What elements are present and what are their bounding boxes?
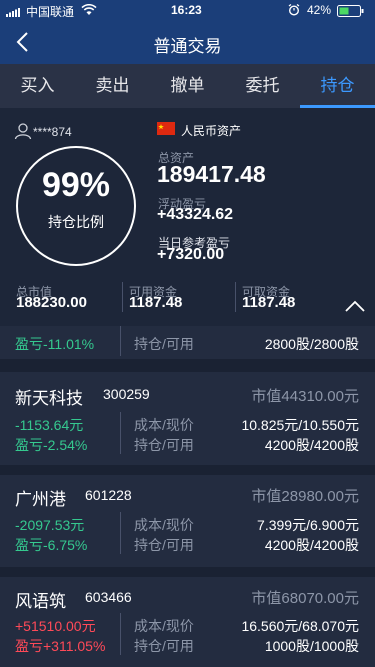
total-assets-value: 189417.48: [157, 161, 266, 187]
account-id: ****874: [33, 125, 72, 139]
pnl-amount: -1153.64元: [15, 417, 84, 433]
list-item[interactable]: 风语筑 603466 市值68070.00元 +51510.00元 盈亏+311…: [0, 577, 375, 667]
chevron-up-icon: [345, 300, 365, 312]
divider: [120, 512, 121, 554]
tab-buy[interactable]: 买入: [0, 64, 75, 108]
stock-code: 300259: [103, 386, 150, 402]
stock-name: 广州港: [15, 490, 66, 509]
list-item[interactable]: 盈亏-11.01% 持仓/可用 2800股/2800股: [0, 326, 375, 359]
pnl-percent: 盈亏+311.05%: [15, 638, 106, 654]
holdings-list[interactable]: 盈亏-11.01% 持仓/可用 2800股/2800股 新天科技 300259 …: [0, 326, 375, 667]
shares-label: 持仓/可用: [134, 336, 194, 352]
divider: [235, 282, 236, 312]
cost-price-value: 7.399元/6.900元: [257, 517, 359, 533]
market-value: 市值68070.00元: [251, 590, 359, 607]
page-title: 普通交易: [153, 37, 222, 56]
carrier-label: 中国联通: [26, 5, 75, 19]
available-funds-value: 1187.48: [129, 294, 183, 311]
market-value: 市值44310.00元: [251, 388, 359, 405]
divider: [120, 326, 121, 356]
alarm-icon: [288, 3, 300, 19]
shares-value: 4200股/4200股: [264, 437, 359, 453]
china-flag-icon: [157, 122, 175, 140]
wifi-icon: [81, 3, 97, 19]
divider: [122, 282, 123, 312]
position-ratio-label: 持仓比例: [48, 214, 104, 230]
tab-sell[interactable]: 卖出: [75, 64, 150, 108]
divider: [120, 613, 121, 655]
shares-label: 持仓/可用: [134, 437, 194, 453]
shares-value: 2800股/2800股: [264, 336, 359, 352]
stock-name: 风语筑: [15, 592, 66, 611]
nav-bar: 普通交易: [0, 20, 375, 64]
currency-label: 人民币资产: [181, 124, 242, 138]
clock-time: 16:23: [171, 3, 202, 17]
user-icon: [14, 122, 32, 145]
battery-icon: [337, 5, 365, 20]
pnl-amount: +51510.00元: [15, 618, 96, 634]
stock-name: 新天科技: [15, 389, 83, 408]
shares-label: 持仓/可用: [134, 638, 194, 654]
position-ratio-value: 99%: [41, 166, 111, 204]
floating-pnl-value: +43324.62: [157, 206, 234, 223]
list-item[interactable]: 广州港 601228 市值28980.00元 -2097.53元 盈亏-6.75…: [0, 475, 375, 567]
battery-percent: 42%: [307, 3, 332, 17]
signal-icon: [6, 6, 24, 20]
stock-code: 603466: [85, 589, 132, 605]
stock-code: 601228: [85, 487, 132, 503]
pnl-amount: -2097.53元: [15, 517, 85, 533]
position-ratio-gauge: 99% 持仓比例: [16, 146, 136, 266]
status-bar: 中国联通 16:23 42%: [0, 0, 375, 20]
tab-positions[interactable]: 持仓: [300, 64, 375, 108]
list-item[interactable]: 新天科技 300259 市值44310.00元 -1153.64元 盈亏-2.5…: [0, 372, 375, 465]
cost-price-value: 16.560元/68.070元: [241, 618, 359, 634]
tab-cancel-order[interactable]: 撤单: [150, 64, 225, 108]
shares-label: 持仓/可用: [134, 537, 194, 553]
shares-value: 1000股/1000股: [264, 638, 359, 654]
cost-price-label: 成本/现价: [134, 417, 194, 433]
cost-price-value: 10.825元/10.550元: [241, 417, 359, 433]
pnl-percent: 盈亏-11.01%: [15, 336, 95, 352]
tab-orders[interactable]: 委托: [225, 64, 300, 108]
pnl-percent: 盈亏-2.54%: [15, 437, 88, 453]
pnl-percent: 盈亏-6.75%: [15, 537, 88, 553]
market-value-value: 188230.00: [16, 294, 87, 311]
daily-pnl-value: +7320.00: [157, 246, 225, 263]
cost-price-label: 成本/现价: [134, 618, 194, 634]
cost-price-label: 成本/现价: [134, 517, 194, 533]
divider: [120, 412, 121, 454]
trade-tabs: 买入 卖出 撤单 委托 持仓: [0, 64, 375, 108]
collapse-button[interactable]: [343, 298, 367, 314]
withdrawable-funds-value: 1187.48: [242, 294, 296, 311]
market-value: 市值28980.00元: [251, 488, 359, 505]
shares-value: 4200股/4200股: [264, 537, 359, 553]
